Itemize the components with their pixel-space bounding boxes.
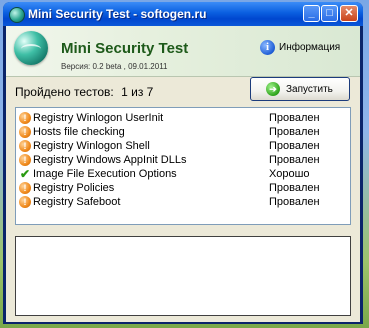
tests-passed-value: 1 из 7 — [121, 85, 154, 99]
test-result: Провален — [269, 112, 320, 124]
warning-icon: ! — [19, 126, 31, 138]
info-icon: i — [260, 39, 275, 55]
tests-passed-label: Пройдено тестов: — [15, 85, 114, 99]
globe-logo-icon — [14, 31, 48, 65]
run-button[interactable]: ➔ Запустить — [250, 77, 350, 101]
list-item[interactable]: ! Registry Safeboot Провален — [19, 195, 347, 209]
test-result: Провален — [269, 182, 320, 194]
test-name: Registry Policies — [33, 182, 115, 194]
app-window: Mini Security Test - softogen.ru _ □ ✕ M… — [3, 2, 363, 324]
list-item[interactable]: ! Registry Policies Провален — [19, 181, 347, 195]
list-item[interactable]: ! Registry Windows AppInit DLLs Провален — [19, 153, 347, 167]
checkmark-icon: ✔ — [19, 167, 31, 181]
test-result: Провален — [269, 140, 320, 152]
test-result: Провален — [269, 154, 320, 166]
arrow-right-icon: ➔ — [266, 82, 280, 96]
list-item[interactable]: ! Registry Winlogon Shell Провален — [19, 139, 347, 153]
run-button-label: Запустить — [286, 83, 333, 95]
test-result: Провален — [269, 196, 320, 208]
header-banner: Mini Security Test Версия: 0.2 beta , 09… — [6, 26, 360, 77]
test-result: Провален — [269, 126, 320, 138]
test-name: Hosts file checking — [33, 126, 125, 138]
info-button[interactable]: i Информация — [260, 37, 340, 57]
minimize-button[interactable]: _ — [303, 5, 320, 22]
warning-icon: ! — [19, 140, 31, 152]
list-item[interactable]: ! Registry Winlogon UserInit Провален — [19, 111, 347, 125]
test-name: Registry Winlogon UserInit — [33, 112, 164, 124]
close-button[interactable]: ✕ — [340, 5, 358, 22]
list-item[interactable]: ! Hosts file checking Провален — [19, 125, 347, 139]
test-result: Хорошо — [269, 168, 310, 180]
app-name: Mini Security Test — [61, 40, 189, 57]
warning-icon: ! — [19, 154, 31, 166]
test-results-list[interactable]: ! Registry Winlogon UserInit Провален ! … — [15, 107, 351, 225]
app-globe-icon — [9, 7, 25, 23]
warning-icon: ! — [19, 182, 31, 194]
version-text: Версия: 0.2 beta , 09.01.2011 — [61, 62, 168, 71]
client-area: Mini Security Test Версия: 0.2 beta , 09… — [6, 26, 360, 322]
test-name: Registry Safeboot — [33, 196, 121, 208]
test-name: Image File Execution Options — [33, 168, 177, 180]
warning-icon: ! — [19, 112, 31, 124]
info-label: Информация — [279, 41, 341, 53]
log-output-box[interactable] — [15, 236, 351, 316]
title-bar[interactable]: Mini Security Test - softogen.ru _ □ ✕ — [3, 2, 363, 26]
window-title: Mini Security Test - softogen.ru — [28, 7, 207, 21]
test-name: Registry Winlogon Shell — [33, 140, 150, 152]
test-name: Registry Windows AppInit DLLs — [33, 154, 187, 166]
list-item[interactable]: ✔ Image File Execution Options Хорошо — [19, 167, 347, 181]
tests-passed-summary: Пройдено тестов: 1 из 7 — [15, 85, 153, 99]
maximize-button[interactable]: □ — [321, 5, 338, 22]
warning-icon: ! — [19, 196, 31, 208]
